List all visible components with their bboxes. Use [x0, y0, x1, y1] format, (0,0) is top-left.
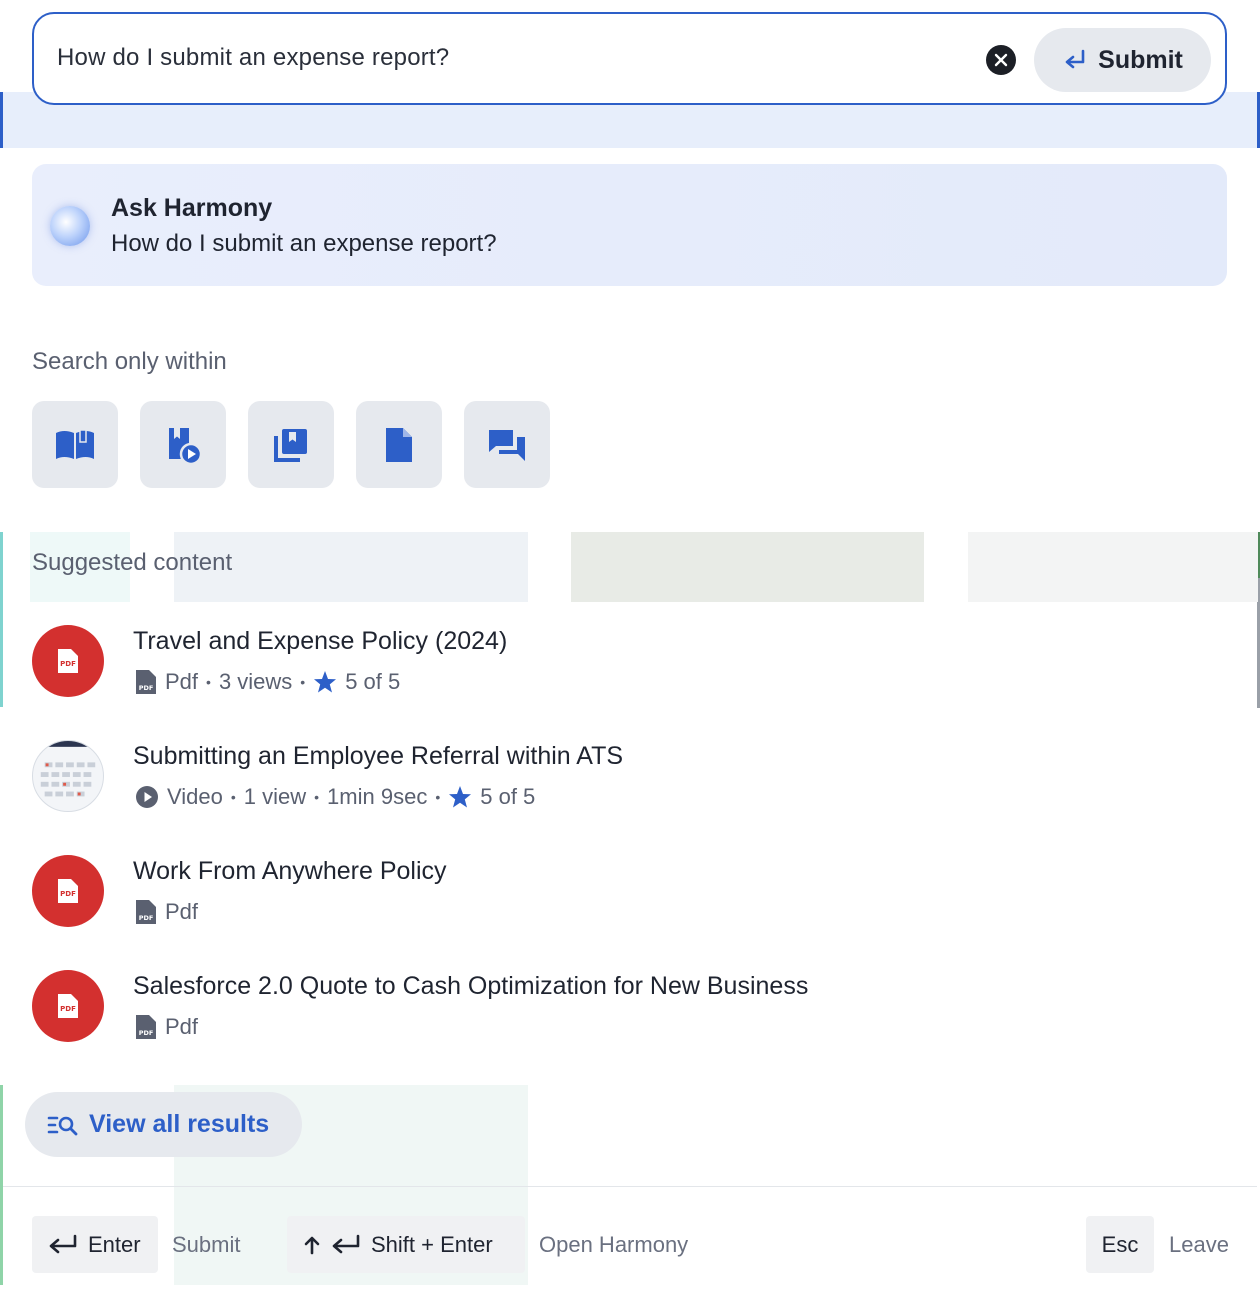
esc-key-label: Esc [1101, 1231, 1139, 1257]
pdf-thumbnail: PDF [32, 970, 104, 1042]
pdf-file-icon: PDF [58, 879, 78, 903]
item-duration: 1min 9sec [327, 784, 428, 809]
pdf-file-icon: PDF [58, 649, 78, 673]
clear-search-button[interactable] [986, 45, 1016, 75]
item-views: 1 view [243, 784, 307, 809]
svg-text:PDF: PDF [139, 1029, 154, 1037]
filter-documents-button[interactable] [356, 401, 442, 488]
esc-key-chip: Esc [1086, 1216, 1154, 1273]
enter-key-chip: Enter [32, 1216, 158, 1273]
item-type: Pdf [165, 899, 199, 924]
view-all-results-button[interactable]: View all results [25, 1092, 302, 1157]
play-circle-icon [136, 786, 158, 808]
enter-arrow-icon [49, 1234, 77, 1253]
separator-dot: • [300, 674, 306, 690]
filter-collections-button[interactable] [248, 401, 334, 488]
item-meta: PDF Pdf [135, 899, 198, 925]
suggested-item-employee-referral[interactable]: Submitting an Employee Referral within A… [32, 740, 1212, 830]
separator-dot: • [435, 789, 441, 805]
submit-label: Submit [1098, 45, 1183, 74]
suggested-item-salesforce-quote-to-cash[interactable]: PDF Salesforce 2.0 Quote to Cash Optimiz… [32, 970, 1212, 1060]
enter-arrow-icon [1065, 49, 1085, 69]
shift-enter-key-hint: Open Harmony [539, 1232, 689, 1257]
svg-text:PDF: PDF [139, 914, 154, 922]
video-preview-image [33, 741, 103, 797]
bookmark-video-icon [169, 427, 203, 465]
arrow-up-icon [304, 1236, 320, 1254]
pdf-type-icon: PDF [136, 670, 156, 694]
pdf-file-icon: PDF [58, 994, 78, 1018]
item-type: Video [167, 784, 223, 809]
search-bar[interactable]: How do I submit an expense report? Submi… [32, 12, 1227, 105]
star-icon [314, 671, 337, 693]
enter-key-label: Enter [88, 1231, 141, 1257]
item-rating: 5 of 5 [345, 669, 401, 694]
search-overlay: How do I submit an expense report? Submi… [0, 0, 1260, 1298]
suggested-content-label: Suggested content [32, 549, 233, 576]
item-rating: 5 of 5 [480, 784, 536, 809]
item-meta: Video • 1 view • 1min 9sec • 5 of 5 [135, 784, 535, 810]
list-search-icon [47, 1116, 78, 1135]
ask-harmony-title: Ask Harmony [111, 194, 273, 222]
document-icon [386, 427, 412, 462]
suggested-item-travel-expense-policy[interactable]: PDF Travel and Expense Policy (2024) PDF… [32, 625, 1212, 715]
ask-harmony-card[interactable]: Ask Harmony How do I submit an expense r… [32, 164, 1227, 286]
pdf-type-icon: PDF [136, 1015, 156, 1039]
svg-text:PDF: PDF [60, 1005, 76, 1013]
enter-arrow-icon [332, 1234, 360, 1253]
item-title: Work From Anywhere Policy [133, 857, 447, 885]
filter-videos-button[interactable] [140, 401, 226, 488]
enter-key-hint: Submit [172, 1232, 241, 1257]
search-within-filters [32, 401, 550, 488]
search-input[interactable]: How do I submit an expense report? [57, 44, 449, 72]
star-icon [449, 786, 472, 808]
separator-dot: • [230, 789, 236, 805]
filter-books-button[interactable] [32, 401, 118, 488]
item-type: Pdf [165, 669, 199, 694]
shift-enter-key-chip: Shift + Enter [287, 1216, 525, 1273]
shift-enter-key-label: Shift + Enter [371, 1231, 493, 1257]
separator-dot: • [314, 789, 320, 805]
item-type: Pdf [165, 1014, 199, 1039]
view-all-results-label: View all results [89, 1110, 270, 1138]
filter-discussions-button[interactable] [464, 401, 550, 488]
separator-dot: • [206, 674, 211, 690]
svg-text:PDF: PDF [139, 684, 154, 692]
item-title: Submitting an Employee Referral within A… [133, 742, 624, 770]
harmony-logo-icon [50, 206, 90, 246]
submit-button[interactable]: Submit [1034, 28, 1211, 92]
ask-harmony-query: How do I submit an expense report? [111, 230, 497, 257]
esc-key-hint: Leave [1169, 1232, 1229, 1257]
item-meta: PDF Pdf [135, 1014, 198, 1040]
pdf-thumbnail: PDF [32, 855, 104, 927]
library-icon [274, 428, 307, 462]
item-views: 3 views [218, 669, 293, 694]
search-within-label: Search only within [32, 348, 227, 375]
suggested-item-work-from-anywhere[interactable]: PDF Work From Anywhere Policy PDF Pdf [32, 855, 1212, 945]
item-title: Travel and Expense Policy (2024) [133, 627, 508, 655]
chat-bubbles-icon [489, 429, 525, 461]
item-title: Salesforce 2.0 Quote to Cash Optimizatio… [133, 972, 809, 1000]
footer-divider [3, 1186, 1257, 1187]
item-meta: PDF Pdf • 3 views • 5 of 5 [135, 669, 400, 695]
pdf-type-icon: PDF [136, 900, 156, 924]
close-icon [994, 53, 1008, 67]
pdf-thumbnail: PDF [32, 625, 104, 697]
svg-text:PDF: PDF [60, 890, 76, 898]
video-thumbnail [32, 740, 104, 812]
book-open-icon [56, 428, 94, 459]
svg-text:PDF: PDF [60, 660, 76, 668]
